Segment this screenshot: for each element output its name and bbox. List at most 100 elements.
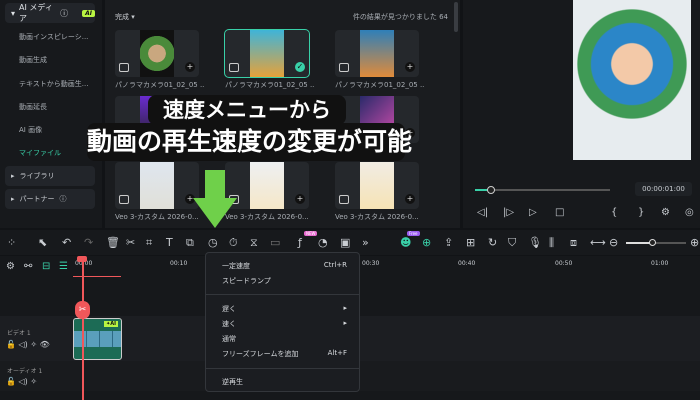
mixer-icon[interactable]: ⫼ [549, 236, 554, 250]
video-clip[interactable]: ✦AI [73, 318, 122, 360]
sidebar-partner[interactable]: ▸ パートナー ⓘ [5, 189, 95, 209]
scissors-icon[interactable]: ✂ [75, 301, 90, 319]
zoom-slider[interactable] [626, 239, 686, 246]
mark-in-icon[interactable]: { [611, 207, 617, 218]
caption-line-1: 速度メニューから [148, 95, 346, 125]
settings-icon[interactable]: ⚙ [6, 261, 15, 272]
prev-frame-icon[interactable]: ◁| [477, 207, 488, 218]
menu-item-freeze-frame[interactable]: フリーズフレームを追加 [222, 349, 298, 359]
cut-icon[interactable]: ✂ [126, 236, 135, 249]
caret-right-icon: ▸ [11, 195, 15, 203]
sidebar-item-extend[interactable]: 動画延長 [19, 102, 47, 112]
menu-item-slow[interactable]: 遅く [222, 304, 236, 314]
zoom-out-icon[interactable]: ⊖ [609, 236, 618, 249]
zoom-in-icon[interactable]: ⊕ [690, 236, 699, 249]
image-icon[interactable]: ⊞ [466, 236, 475, 249]
media-card-label: Veo 3-カスタム 2026-0... [335, 213, 419, 221]
ai-media-label: AI メディア [19, 3, 53, 23]
ai-text-icon[interactable]: ƒ [298, 236, 302, 249]
filter-dropdown[interactable]: 完成 ▾ [115, 12, 135, 22]
menu-item-normal[interactable]: 通常 [222, 334, 236, 344]
help-icon: ⓘ [59, 195, 67, 203]
redo-icon[interactable]: ↷ [84, 236, 93, 249]
media-card[interactable]: + [335, 30, 419, 77]
media-card[interactable]: + [115, 30, 199, 77]
menu-item-speed-ramp[interactable]: スピードランプ [222, 276, 271, 286]
shield-icon[interactable]: ⛉ [508, 236, 516, 250]
replace-icon[interactable]: ⧈ [570, 236, 577, 250]
speed-icon[interactable]: ◷ [208, 236, 218, 249]
shortcut: Alt+F [327, 349, 347, 357]
play-icon[interactable]: ▷ [529, 207, 537, 218]
sidebar-library[interactable]: ▸ ライブラリ [5, 166, 95, 186]
progress-bar[interactable] [475, 186, 610, 194]
media-card-label: パノラマカメラ01_02_05 ... [335, 81, 425, 89]
ai-audio-icon[interactable]: ◔ [318, 236, 328, 249]
add-icon[interactable]: + [185, 62, 195, 72]
split-icon[interactable]: ⊕ [422, 236, 431, 249]
ai-badge: AI [82, 9, 95, 17]
media-card-label: Veo 3-カスタム 2026-0... [225, 213, 309, 221]
submenu-arrow-icon: ▸ [343, 319, 347, 327]
sidebar-item-my-files[interactable]: マイファイル [19, 148, 61, 158]
scrollbar[interactable] [454, 2, 458, 32]
sidebar-item-text-to-video[interactable]: テキストから動画生... [19, 79, 88, 89]
track-controls-icon[interactable]: 🔓 ◁) ✧ 👁 [6, 340, 50, 349]
add-icon[interactable]: + [405, 194, 415, 204]
add-icon[interactable]: + [405, 62, 415, 72]
progress-handle[interactable] [487, 186, 496, 194]
menu-item-fast[interactable]: 速く [222, 319, 236, 329]
media-card-label: パノラマカメラ01_02_05 ... [115, 81, 205, 89]
transform-icon[interactable]: ⧉ [186, 236, 194, 250]
delete-icon[interactable]: 🗑 [106, 236, 120, 249]
add-icon[interactable]: + [295, 194, 305, 204]
freeze-icon[interactable]: ▭ [270, 236, 280, 249]
media-card[interactable]: ✓ [224, 29, 310, 78]
mic-icon[interactable]: 🎙 [528, 236, 542, 249]
next-frame-icon[interactable]: |▷ [503, 207, 514, 218]
caption-line-2: 動画の再生速度の変更が可能 [87, 123, 412, 161]
sidebar-item-ai-image[interactable]: AI 画像 [19, 125, 42, 135]
ai-assistant-icon[interactable]: ☻ [400, 236, 411, 249]
layout-icon[interactable]: ⁘ [7, 236, 16, 249]
ai-media-group[interactable]: ▾ AI メディア ⓘ AI [5, 3, 95, 23]
media-card[interactable]: + [115, 162, 199, 209]
track-icon[interactable]: ☰ [59, 261, 68, 272]
mask-icon[interactable]: ⧖ [250, 236, 258, 250]
playhead-handle[interactable] [77, 256, 87, 262]
sidebar-item-video-gen[interactable]: 動画生成 [19, 55, 47, 65]
fit-icon[interactable]: ⟷ [590, 236, 606, 249]
crop-icon[interactable]: ⌗ [146, 236, 152, 250]
ruler[interactable]: 00:00 00:10 00:30 00:40 00:50 01:00 [73, 256, 700, 280]
caret-down-icon: ▾ [11, 8, 16, 18]
playhead[interactable] [82, 256, 84, 400]
link-icon[interactable]: ⊟ [42, 261, 50, 272]
stop-icon[interactable]: □ [555, 207, 564, 218]
preview-panel: 00:00:01:00 ◁| |▷ ▷ □ { } ⚙ ◎ [463, 0, 700, 228]
audio-controls-icon[interactable]: 🔓 ◁) ✧ [6, 377, 37, 386]
submenu-arrow-icon: ▸ [343, 304, 347, 312]
snapshot-icon[interactable]: ◎ [685, 207, 694, 218]
preview-video [573, 0, 691, 160]
thumbnail [250, 30, 284, 77]
ai-image-icon[interactable]: ▣ [340, 236, 350, 249]
unlink-icon[interactable]: ⚯ [24, 261, 32, 272]
undo-icon[interactable]: ↶ [62, 236, 71, 249]
media-card[interactable]: + [335, 162, 419, 209]
sidebar-item-inspiration[interactable]: 動画インスピレーシ... [19, 32, 88, 42]
video-track-label: ビデオ 1 [7, 330, 31, 337]
export-icon[interactable]: ⇪ [444, 236, 453, 249]
menu-item-reverse[interactable]: 逆再生 [222, 377, 243, 387]
thumbnail [360, 30, 394, 77]
mark-out-icon[interactable]: } [638, 207, 644, 218]
menu-item-uniform-speed[interactable]: 一定速度 [222, 261, 250, 271]
more-icon[interactable]: » [362, 236, 369, 249]
settings-icon[interactable]: ⚙ [661, 207, 670, 218]
library-label: ライブラリ [19, 172, 55, 180]
help-icon[interactable]: ⓘ [60, 8, 68, 19]
timer-icon[interactable]: ⏱ [229, 236, 238, 250]
rotate-icon[interactable]: ↻ [488, 236, 497, 249]
media-card[interactable]: + [225, 162, 309, 209]
select-icon[interactable]: ⬉ [38, 236, 47, 249]
text-icon[interactable]: T [166, 236, 173, 249]
